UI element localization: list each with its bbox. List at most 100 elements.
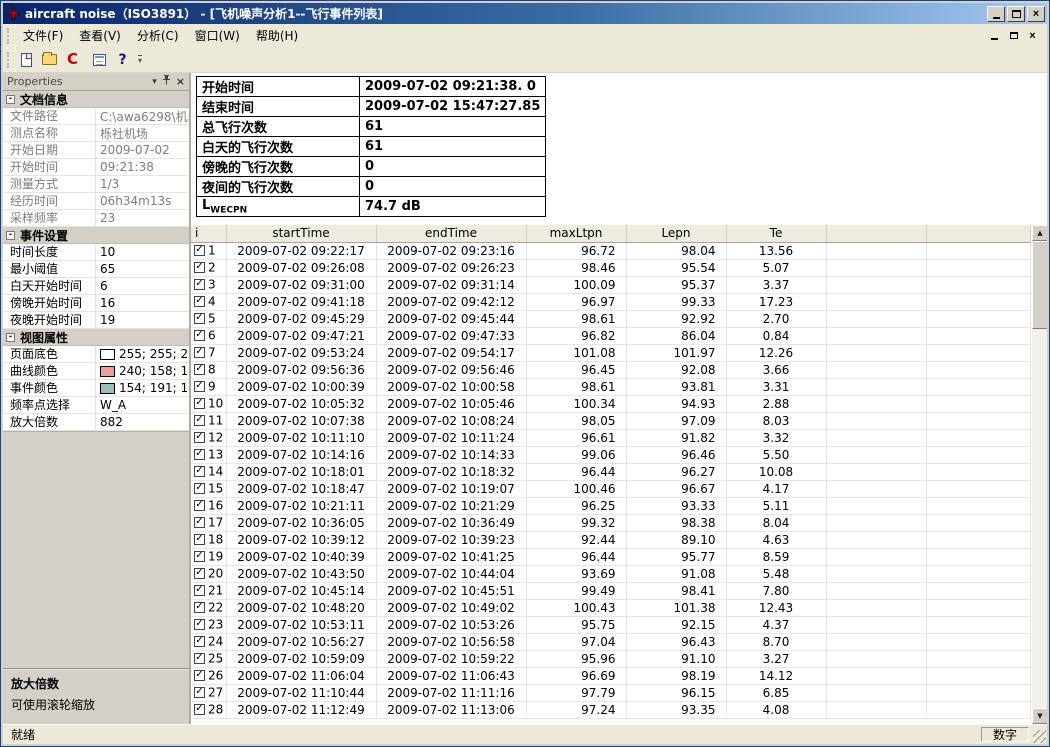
row-checkbox[interactable]: ✓ xyxy=(194,636,205,647)
menu-item-2[interactable]: 分析(C) xyxy=(129,24,187,47)
event-row[interactable]: ✓92009-07-02 10:00:392009-07-02 10:00:58… xyxy=(191,378,1031,395)
event-row[interactable]: ✓12009-07-02 09:22:172009-07-02 09:23:16… xyxy=(191,242,1031,259)
property-value[interactable]: 23 xyxy=(96,210,189,226)
property-row[interactable]: 放大倍数882 xyxy=(3,414,189,431)
panel-pin-icon[interactable] xyxy=(162,75,171,88)
row-checkbox[interactable]: ✓ xyxy=(194,398,205,409)
property-value[interactable]: 16 xyxy=(96,295,189,311)
maximize-button[interactable] xyxy=(1007,6,1025,22)
column-header-Lepn[interactable]: Lepn xyxy=(626,225,726,242)
panel-dropdown-icon[interactable]: ▾ xyxy=(152,77,157,87)
minimize-button[interactable] xyxy=(987,6,1005,22)
row-checkbox[interactable]: ✓ xyxy=(194,517,205,528)
row-checkbox[interactable]: ✓ xyxy=(194,585,205,596)
resize-grip[interactable] xyxy=(1033,730,1046,743)
event-row[interactable]: ✓182009-07-02 10:39:122009-07-02 10:39:2… xyxy=(191,531,1031,548)
menu-item-0[interactable]: 文件(F) xyxy=(15,24,71,47)
property-row[interactable]: 夜晚开始时间19 xyxy=(3,312,189,329)
row-checkbox[interactable]: ✓ xyxy=(194,296,205,307)
menubar-grip[interactable] xyxy=(7,28,11,44)
event-row[interactable]: ✓242009-07-02 10:56:272009-07-02 10:56:5… xyxy=(191,633,1031,650)
property-row[interactable]: 测量方式1/3 xyxy=(3,176,189,193)
property-row[interactable]: 测点名称栎社机场 xyxy=(3,125,189,142)
column-header-empty[interactable] xyxy=(826,225,926,242)
property-value[interactable]: W_A xyxy=(96,397,189,413)
property-row[interactable]: 时间长度10 xyxy=(3,244,189,261)
column-header-startTime[interactable]: startTime xyxy=(226,225,376,242)
property-row[interactable]: 采样频率23 xyxy=(3,210,189,227)
event-row[interactable]: ✓202009-07-02 10:43:502009-07-02 10:44:0… xyxy=(191,565,1031,582)
toolbar-grip[interactable] xyxy=(7,52,11,68)
event-row[interactable]: ✓52009-07-02 09:45:292009-07-02 09:45:44… xyxy=(191,310,1031,327)
row-checkbox[interactable]: ✓ xyxy=(194,364,205,375)
property-value[interactable]: 19 xyxy=(96,312,189,328)
property-row[interactable]: 文件路径C:\awa6298\机场 xyxy=(3,108,189,125)
event-row[interactable]: ✓122009-07-02 10:11:102009-07-02 10:11:2… xyxy=(191,429,1031,446)
row-checkbox[interactable]: ✓ xyxy=(194,432,205,443)
event-row[interactable]: ✓262009-07-02 11:06:042009-07-02 11:06:4… xyxy=(191,667,1031,684)
panel-close-icon[interactable]: × xyxy=(176,75,185,88)
row-checkbox[interactable]: ✓ xyxy=(194,381,205,392)
row-checkbox[interactable]: ✓ xyxy=(194,449,205,460)
property-value[interactable]: 2009-07-02 xyxy=(96,142,189,158)
property-value[interactable]: 65 xyxy=(96,261,189,277)
event-row[interactable]: ✓232009-07-02 10:53:112009-07-02 10:53:2… xyxy=(191,616,1031,633)
row-checkbox[interactable]: ✓ xyxy=(194,602,205,613)
scroll-down-button[interactable]: ▼ xyxy=(1032,708,1047,724)
property-value[interactable]: 06h34m13s xyxy=(96,193,189,209)
mdi-close-button[interactable]: × xyxy=(1024,28,1041,43)
property-row[interactable]: 最小阈值65 xyxy=(3,261,189,278)
collapse-icon[interactable]: - xyxy=(6,231,15,240)
row-checkbox[interactable]: ✓ xyxy=(194,670,205,681)
row-checkbox[interactable]: ✓ xyxy=(194,330,205,341)
row-checkbox[interactable]: ✓ xyxy=(194,704,205,715)
event-row[interactable]: ✓102009-07-02 10:05:322009-07-02 10:05:4… xyxy=(191,395,1031,412)
property-value[interactable]: 255; 255; 25 xyxy=(96,346,189,362)
row-checkbox[interactable]: ✓ xyxy=(194,551,205,562)
property-row[interactable]: 事件颜色154; 191; 18 xyxy=(3,380,189,397)
row-checkbox[interactable]: ✓ xyxy=(194,347,205,358)
property-value[interactable]: 栎社机场 xyxy=(96,125,189,141)
event-row[interactable]: ✓132009-07-02 10:14:162009-07-02 10:14:3… xyxy=(191,446,1031,463)
property-value[interactable]: 154; 191; 18 xyxy=(96,380,189,396)
property-section-header[interactable]: -视图属性 xyxy=(3,329,189,346)
close-button[interactable]: × xyxy=(1027,6,1045,22)
event-row[interactable]: ✓32009-07-02 09:31:002009-07-02 09:31:14… xyxy=(191,276,1031,293)
property-value[interactable]: C:\awa6298\机场 xyxy=(96,108,189,124)
event-row[interactable]: ✓72009-07-02 09:53:242009-07-02 09:54:17… xyxy=(191,344,1031,361)
column-header-i[interactable]: i xyxy=(191,225,226,242)
property-row[interactable]: 白天开始时间6 xyxy=(3,278,189,295)
property-value[interactable]: 6 xyxy=(96,278,189,294)
event-row[interactable]: ✓152009-07-02 10:18:472009-07-02 10:19:0… xyxy=(191,480,1031,497)
menu-item-4[interactable]: 帮助(H) xyxy=(248,24,306,47)
row-checkbox[interactable]: ✓ xyxy=(194,262,205,273)
menu-item-1[interactable]: 查看(V) xyxy=(71,24,129,47)
property-section-header[interactable]: -文档信息 xyxy=(3,91,189,108)
property-row[interactable]: 曲线颜色240; 158; 15 xyxy=(3,363,189,380)
event-row[interactable]: ✓172009-07-02 10:36:052009-07-02 10:36:4… xyxy=(191,514,1031,531)
event-row[interactable]: ✓192009-07-02 10:40:392009-07-02 10:41:2… xyxy=(191,548,1031,565)
row-checkbox[interactable]: ✓ xyxy=(194,313,205,324)
new-document-button[interactable] xyxy=(15,49,38,71)
row-checkbox[interactable]: ✓ xyxy=(194,653,205,664)
row-checkbox[interactable]: ✓ xyxy=(194,245,205,256)
mdi-minimize-button[interactable] xyxy=(986,28,1003,43)
column-header-endTime[interactable]: endTime xyxy=(376,225,526,242)
property-value[interactable]: 10 xyxy=(96,244,189,260)
property-value[interactable]: 1/3 xyxy=(96,176,189,192)
event-row[interactable]: ✓282009-07-02 11:12:492009-07-02 11:13:0… xyxy=(191,701,1031,718)
event-row[interactable]: ✓272009-07-02 11:10:442009-07-02 11:11:1… xyxy=(191,684,1031,701)
row-checkbox[interactable]: ✓ xyxy=(194,466,205,477)
property-row[interactable]: 频率点选择W_A xyxy=(3,397,189,414)
row-checkbox[interactable]: ✓ xyxy=(194,279,205,290)
row-checkbox[interactable]: ✓ xyxy=(194,500,205,511)
calibrate-button[interactable]: C xyxy=(61,49,84,71)
property-row[interactable]: 页面底色255; 255; 25 xyxy=(3,346,189,363)
event-row[interactable]: ✓252009-07-02 10:59:092009-07-02 10:59:2… xyxy=(191,650,1031,667)
event-row[interactable]: ✓82009-07-02 09:56:362009-07-02 09:56:46… xyxy=(191,361,1031,378)
row-checkbox[interactable]: ✓ xyxy=(194,415,205,426)
event-row[interactable]: ✓142009-07-02 10:18:012009-07-02 10:18:3… xyxy=(191,463,1031,480)
scrollbar-thumb[interactable] xyxy=(1032,241,1047,329)
property-row[interactable]: 开始时间09:21:38 xyxy=(3,159,189,176)
event-row[interactable]: ✓162009-07-02 10:21:112009-07-02 10:21:2… xyxy=(191,497,1031,514)
